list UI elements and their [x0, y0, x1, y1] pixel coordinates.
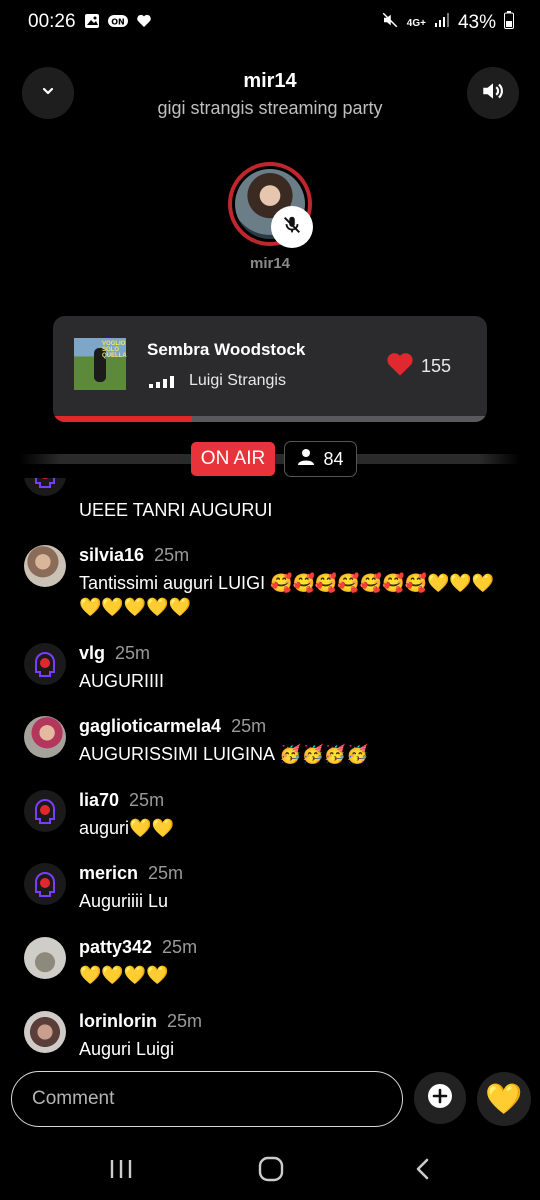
- message-time: 25m: [167, 1011, 203, 1031]
- user-avatar[interactable]: [24, 545, 66, 587]
- viewer-count: 84: [323, 448, 344, 469]
- username[interactable]: lia70: [79, 790, 119, 810]
- speaker-icon: [480, 78, 506, 109]
- app-logo-icon: [35, 871, 55, 897]
- send-heart-button[interactable]: 💛: [477, 1072, 531, 1126]
- app-logo-icon: [35, 651, 55, 677]
- battery-percent: 43%: [457, 12, 496, 33]
- equalizer-icon: [149, 376, 174, 388]
- now-playing-card[interactable]: VOGLIO SOLO QUELLA Sembra Woodstock Luig…: [53, 316, 487, 422]
- track-progress: [53, 416, 487, 422]
- chat-list[interactable]: UEEE TANRI AUGURUI silvia16 25m Tantissim…: [0, 478, 540, 1068]
- room-subtitle: gigi strangis streaming party: [157, 98, 383, 118]
- status-time: 00:26: [28, 11, 76, 32]
- mute-icon: [381, 11, 399, 35]
- room-host-title: mir14: [243, 70, 297, 92]
- mic-muted-badge: [271, 206, 313, 248]
- comment-input[interactable]: Comment: [11, 1071, 403, 1127]
- user-avatar[interactable]: [24, 790, 66, 832]
- image-icon: [84, 13, 100, 34]
- back-chevron-icon: [413, 1157, 433, 1186]
- track-title: Sembra Woodstock: [147, 340, 306, 359]
- message-text: UEEE TANRI AUGURUI: [79, 500, 273, 520]
- username[interactable]: patty342: [79, 937, 152, 957]
- volume-button[interactable]: [467, 67, 519, 119]
- recents-icon: [109, 1158, 133, 1185]
- svg-text:ON: ON: [111, 18, 125, 27]
- album-art: VOGLIO SOLO QUELLA: [74, 338, 127, 390]
- app-logo-icon: [35, 478, 55, 488]
- home-button[interactable]: [251, 1154, 291, 1188]
- user-avatar[interactable]: [24, 863, 66, 905]
- mic-off-icon: [281, 214, 303, 241]
- message-text: Auguriiii Lu: [79, 891, 169, 911]
- network-type: 4G+: [406, 17, 426, 29]
- message-text: Tantissimi auguri LUIGI 🥰🥰🥰🥰🥰🥰🥰💛💛💛💛💛💛💛💛: [79, 573, 495, 617]
- username[interactable]: vlg: [79, 643, 105, 663]
- username[interactable]: mericn: [79, 863, 138, 883]
- person-icon: [297, 448, 315, 471]
- host-name: mir14: [249, 255, 291, 272]
- on-air-badge: ON AIR: [191, 442, 275, 476]
- viewer-count-button[interactable]: 84: [284, 441, 357, 477]
- message-text: AUGURISSIMI LUIGINA 🥳🥳🥳🥳: [79, 744, 369, 764]
- user-avatar[interactable]: [24, 1011, 66, 1053]
- like-button[interactable]: [386, 351, 414, 382]
- recents-button[interactable]: [101, 1154, 141, 1188]
- username[interactable]: lorinlorin: [79, 1011, 157, 1031]
- home-icon: [258, 1156, 284, 1187]
- user-avatar[interactable]: [24, 643, 66, 685]
- status-bar: 00:26 ON 4G+ 43%: [0, 0, 540, 44]
- heart-icon: [136, 13, 152, 34]
- message-text: Auguri Luigi: [79, 1039, 175, 1059]
- user-avatar[interactable]: [24, 478, 66, 496]
- comment-placeholder: Comment: [32, 1088, 115, 1109]
- track-progress-fill: [53, 416, 192, 422]
- message-time: 25m: [148, 863, 184, 883]
- message-time: 25m: [129, 790, 165, 810]
- status-right: 4G+ 43%: [381, 11, 514, 35]
- signal-icon: [434, 12, 450, 34]
- username[interactable]: gaglioticarmela4: [79, 716, 221, 736]
- heart-filled-icon: [386, 353, 414, 381]
- message-time: 25m: [231, 716, 267, 736]
- message-text: 💛💛💛💛: [79, 965, 169, 985]
- status-left-icons: ON: [84, 13, 152, 34]
- system-nav-bar: [0, 1140, 540, 1200]
- message-time: 25m: [154, 545, 190, 565]
- message-time: 25m: [162, 937, 198, 957]
- track-artist: Luigi Strangis: [189, 372, 286, 389]
- battery-icon: [504, 11, 514, 35]
- message-text: auguri💛💛: [79, 818, 174, 838]
- album-art-text: VOGLIO SOLO QUELLA: [102, 341, 127, 359]
- yellow-heart-icon: 💛: [485, 1082, 523, 1116]
- app-logo-icon: [35, 798, 55, 824]
- like-count: 155: [421, 356, 452, 376]
- message-time: 25m: [115, 643, 151, 663]
- add-button[interactable]: [414, 1072, 466, 1124]
- on-badge-icon: ON: [108, 14, 128, 33]
- username[interactable]: silvia16: [79, 545, 144, 565]
- message-text: AUGURIIII: [79, 671, 165, 691]
- user-avatar[interactable]: [24, 716, 66, 758]
- user-avatar[interactable]: [24, 937, 66, 979]
- plus-circle-icon: [427, 1083, 453, 1114]
- back-button[interactable]: [403, 1154, 443, 1188]
